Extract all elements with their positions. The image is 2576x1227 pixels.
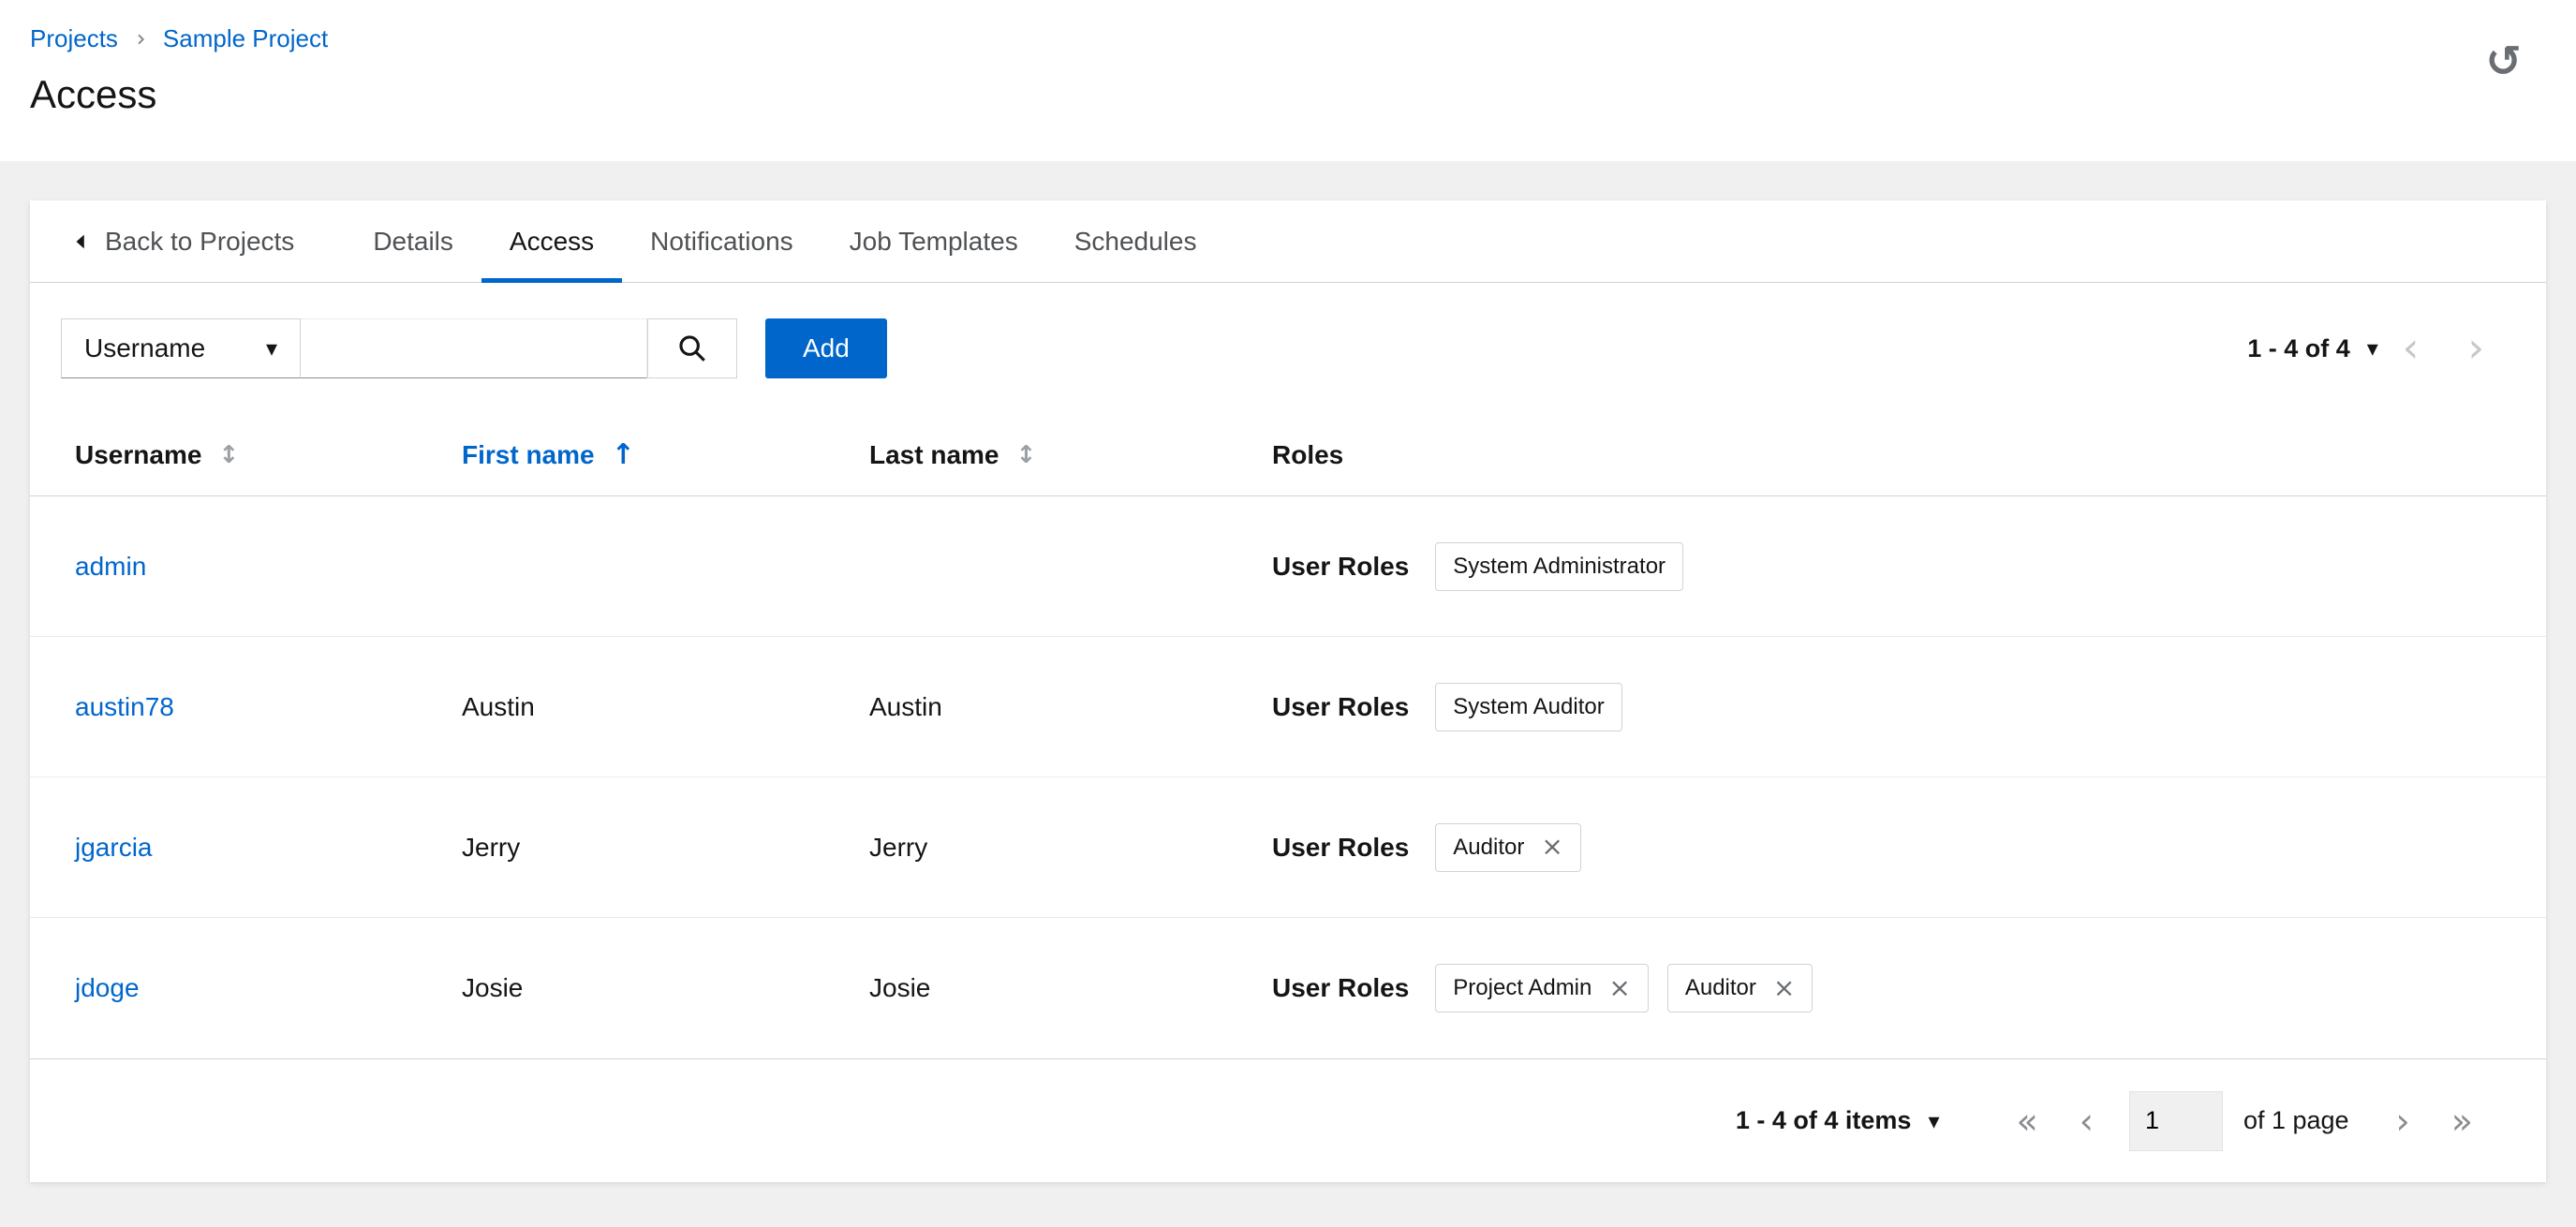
user-roles-label: User Roles <box>1272 691 1410 721</box>
column-label: Username <box>75 439 202 469</box>
search-button[interactable] <box>647 318 737 378</box>
role-chips: Auditor × <box>1435 822 1581 872</box>
column-header-last-name[interactable]: Last name ↕ <box>869 440 1272 470</box>
tab-bar: Back to Projects Details Access Notificati… <box>30 200 2546 283</box>
breadcrumb-separator-icon <box>133 32 148 47</box>
column-label: Roles <box>1272 439 1344 469</box>
role-chip: Auditor × <box>1666 964 1814 1013</box>
tab-schedules[interactable]: Schedules <box>1046 200 1225 282</box>
filter-type-label: Username <box>84 333 206 362</box>
breadcrumb-sample-project[interactable]: Sample Project <box>163 24 328 53</box>
previous-page-icon[interactable]: ‹ <box>2378 328 2444 369</box>
username-link[interactable]: admin <box>75 552 146 581</box>
column-header-roles: Roles <box>1272 440 2501 470</box>
page-title: Access <box>30 72 157 116</box>
username-cell: admin <box>75 552 462 582</box>
tab-notifications[interactable]: Notifications <box>622 200 822 282</box>
table-row: austin78 Austin Austin User Roles System… <box>30 637 2546 777</box>
breadcrumb: Projects Sample Project <box>30 24 2524 53</box>
role-chip: System Auditor <box>1435 682 1622 732</box>
username-cell: austin78 <box>75 692 462 722</box>
items-summary-label: 1 - 4 of 4 items <box>1735 1106 1912 1134</box>
next-page-icon[interactable]: › <box>2376 1103 2431 1139</box>
table-row: jgarcia Jerry Jerry User Roles Auditor × <box>30 777 2546 918</box>
breadcrumb-projects[interactable]: Projects <box>30 24 118 53</box>
username-cell: jgarcia <box>75 833 462 863</box>
role-chip-label: System Administrator <box>1453 553 1666 579</box>
role-chip: Auditor × <box>1435 822 1581 872</box>
column-label: First name <box>462 439 595 469</box>
column-label: Last name <box>869 439 999 469</box>
sort-icon[interactable]: ↕ <box>218 441 239 469</box>
pagination-range-dropdown[interactable]: 1 - 4 of 4 ▾ <box>2247 334 2378 363</box>
role-chip-label: System Auditor <box>1453 693 1605 719</box>
page-count-label: of 1 page <box>2243 1106 2349 1134</box>
tab-access[interactable]: Access <box>481 200 623 283</box>
remove-role-icon[interactable]: × <box>1541 834 1562 860</box>
content-area: Back to Projects Details Access Notificati… <box>0 161 2576 1182</box>
role-chip-label: Auditor <box>1453 834 1525 860</box>
table-body: admin User Roles System Administrator au… <box>30 496 2546 1058</box>
roles-cell: User Roles System Auditor <box>1272 682 2501 732</box>
role-chip-label: Auditor <box>1684 975 1756 1000</box>
current-page-input[interactable] <box>2128 1090 2223 1151</box>
tab-job-templates[interactable]: Job Templates <box>822 200 1046 282</box>
table-header: Username ↕ First name ↑ Last name ↕ Role… <box>30 414 2546 496</box>
first-name-cell: Josie <box>462 973 524 1002</box>
search-icon <box>676 333 708 364</box>
remove-role-icon[interactable]: × <box>1773 974 1795 1000</box>
filter-type-dropdown[interactable]: Username ▾ <box>61 318 301 378</box>
last-name-cell: Austin <box>869 691 942 721</box>
last-name-cell: Josie <box>869 973 931 1002</box>
user-roles-label: User Roles <box>1272 832 1410 862</box>
role-chips: System Auditor <box>1435 682 1622 732</box>
items-per-page-dropdown[interactable]: 1 - 4 of 4 items ▾ <box>1736 1106 1940 1135</box>
roles-cell: User Roles Auditor × <box>1272 822 2501 872</box>
back-tab-label: Back to Projects <box>105 226 295 256</box>
add-button[interactable]: Add <box>765 318 887 378</box>
roles-cell: User Roles Project Admin × Auditor × <box>1272 964 2501 1013</box>
tab-back-to-projects[interactable]: Back to Projects <box>66 200 322 282</box>
table-row: admin User Roles System Administrator <box>30 496 2546 637</box>
history-icon[interactable]: ↺ <box>2485 39 2522 82</box>
table-row: jdoge Josie Josie User Roles Project Adm… <box>30 918 2546 1058</box>
role-chips: System Administrator <box>1435 541 1684 591</box>
chevron-down-icon: ▾ <box>265 335 277 362</box>
username-link[interactable]: jdoge <box>75 973 140 1002</box>
role-chip: Project Admin × <box>1435 964 1649 1013</box>
next-page-icon[interactable]: › <box>2443 328 2509 369</box>
role-chip-label: Project Admin <box>1453 975 1592 1000</box>
pagination-range-label: 1 - 4 of 4 <box>2247 333 2350 362</box>
username-link[interactable]: jgarcia <box>75 833 152 862</box>
sort-icon[interactable]: ↕ <box>1016 441 1037 469</box>
tab-details[interactable]: Details <box>345 200 481 282</box>
toolbar-pagination: 1 - 4 of 4 ▾ ‹ › <box>2247 328 2509 369</box>
chevron-down-icon: ▾ <box>2366 335 2378 362</box>
chevron-down-icon: ▾ <box>1928 1107 1940 1134</box>
username-link[interactable]: austin78 <box>75 692 174 721</box>
column-header-username[interactable]: Username ↕ <box>75 440 462 470</box>
roles-cell: User Roles System Administrator <box>1272 541 2501 591</box>
role-chip: System Administrator <box>1435 541 1684 591</box>
access-card: Back to Projects Details Access Notificati… <box>30 200 2546 1182</box>
sort-ascending-icon[interactable]: ↑ <box>612 438 635 471</box>
remove-role-icon[interactable]: × <box>1608 974 1630 1000</box>
last-page-icon[interactable]: » <box>2431 1103 2494 1139</box>
column-header-first-name[interactable]: First name ↑ <box>462 438 869 471</box>
user-roles-label: User Roles <box>1272 973 1410 1002</box>
previous-page-icon[interactable]: ‹ <box>2059 1103 2114 1139</box>
user-roles-label: User Roles <box>1272 551 1410 581</box>
toolbar: Username ▾ Add 1 - 4 of 4 ▾ ‹ › <box>30 283 2546 414</box>
first-name-cell: Jerry <box>462 832 521 862</box>
page-header: Projects Sample Project Access ↺ <box>0 0 2576 161</box>
footer-pagination: 1 - 4 of 4 items ▾ « ‹ of 1 page › » <box>30 1058 2546 1182</box>
first-page-icon[interactable]: « <box>1995 1103 2058 1139</box>
tabs-host: Details Access Notifications Job Templates S… <box>345 200 1225 283</box>
username-cell: jdoge <box>75 973 462 1003</box>
search-input[interactable] <box>301 318 647 378</box>
first-name-cell: Austin <box>462 691 535 721</box>
role-chips: Project Admin × Auditor × <box>1435 964 1814 1013</box>
last-name-cell: Jerry <box>869 832 928 862</box>
caret-left-icon <box>71 231 92 252</box>
